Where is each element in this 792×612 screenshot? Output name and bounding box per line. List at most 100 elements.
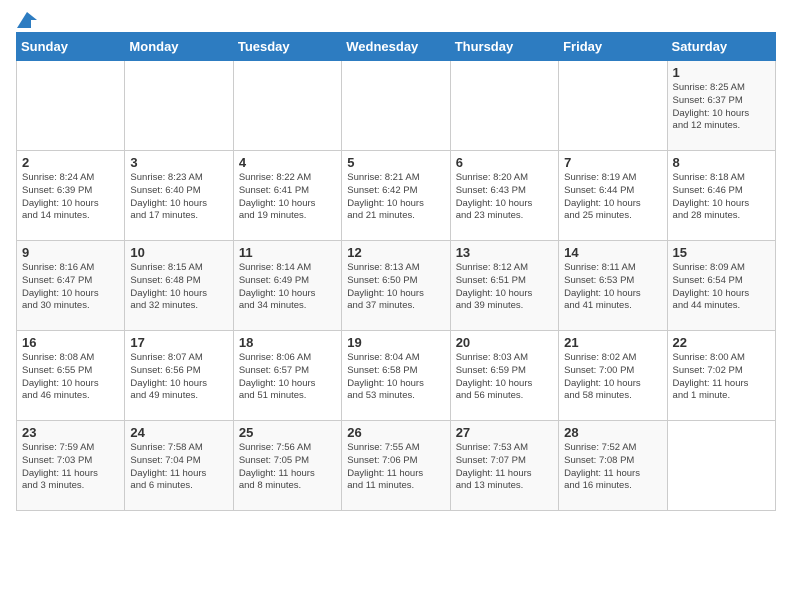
day-cell: 6 Sunrise: 8:20 AM Sunset: 6:43 PM Daylig… <box>450 151 558 241</box>
day-number: 23 <box>22 425 119 440</box>
day-number: 18 <box>239 335 336 350</box>
day-cell: 24 Sunrise: 7:58 AM Sunset: 7:04 PM Dayli… <box>125 421 233 511</box>
day-cell: 25Sunrise: 7:56 AM Sunset: 7:05 PM Dayli… <box>233 421 341 511</box>
day-cell: 2 Sunrise: 8:24 AM Sunset: 6:39 PM Daylig… <box>17 151 125 241</box>
weekday-header-tuesday: Tuesday <box>233 33 341 61</box>
day-cell: 5 Sunrise: 8:21 AM Sunset: 6:42 PM Daylig… <box>342 151 450 241</box>
day-cell: 23 Sunrise: 7:59 AM Sunset: 7:03 PM Dayli… <box>17 421 125 511</box>
day-cell: 13 Sunrise: 8:12 AM Sunset: 6:51 PM Dayli… <box>450 241 558 331</box>
day-cell <box>125 61 233 151</box>
day-number: 5 <box>347 155 444 170</box>
day-info: Sunrise: 8:08 AM Sunset: 6:55 PM Dayligh… <box>22 352 119 403</box>
day-cell: 10 Sunrise: 8:15 AM Sunset: 6:48 PM Dayli… <box>125 241 233 331</box>
day-cell: 19 Sunrise: 8:04 AM Sunset: 6:58 PM Dayli… <box>342 331 450 421</box>
day-info: Sunrise: 8:04 AM Sunset: 6:58 PM Dayligh… <box>347 352 444 403</box>
day-info: Sunrise: 7:58 AM Sunset: 7:04 PM Dayligh… <box>130 442 227 493</box>
day-number: 20 <box>456 335 553 350</box>
day-info: Sunrise: 8:16 AM Sunset: 6:47 PM Dayligh… <box>22 262 119 313</box>
day-number: 10 <box>130 245 227 260</box>
day-info: Sunrise: 8:03 AM Sunset: 6:59 PM Dayligh… <box>456 352 553 403</box>
day-cell: 28Sunrise: 7:52 AM Sunset: 7:08 PM Dayli… <box>559 421 667 511</box>
weekday-header-row: SundayMondayTuesdayWednesdayThursdayFrid… <box>17 33 776 61</box>
day-info: Sunrise: 8:22 AM Sunset: 6:41 PM Dayligh… <box>239 172 336 223</box>
day-number: 8 <box>673 155 770 170</box>
day-cell: 17 Sunrise: 8:07 AM Sunset: 6:56 PM Dayli… <box>125 331 233 421</box>
day-info: Sunrise: 7:59 AM Sunset: 7:03 PM Dayligh… <box>22 442 119 493</box>
day-info: Sunrise: 8:07 AM Sunset: 6:56 PM Dayligh… <box>130 352 227 403</box>
day-number: 16 <box>22 335 119 350</box>
day-info: Sunrise: 8:20 AM Sunset: 6:43 PM Dayligh… <box>456 172 553 223</box>
weekday-header-sunday: Sunday <box>17 33 125 61</box>
day-info: Sunrise: 8:09 AM Sunset: 6:54 PM Dayligh… <box>673 262 770 313</box>
day-info: Sunrise: 8:06 AM Sunset: 6:57 PM Dayligh… <box>239 352 336 403</box>
day-info: Sunrise: 8:24 AM Sunset: 6:39 PM Dayligh… <box>22 172 119 223</box>
day-info: Sunrise: 7:52 AM Sunset: 7:08 PM Dayligh… <box>564 442 661 493</box>
day-number: 24 <box>130 425 227 440</box>
day-number: 2 <box>22 155 119 170</box>
day-cell <box>559 61 667 151</box>
logo-icon <box>17 12 37 28</box>
day-number: 21 <box>564 335 661 350</box>
day-cell: 4 Sunrise: 8:22 AM Sunset: 6:41 PM Daylig… <box>233 151 341 241</box>
day-number: 13 <box>456 245 553 260</box>
day-cell <box>233 61 341 151</box>
day-info: Sunrise: 8:13 AM Sunset: 6:50 PM Dayligh… <box>347 262 444 313</box>
day-cell: 27 Sunrise: 7:53 AM Sunset: 7:07 PM Dayli… <box>450 421 558 511</box>
day-cell <box>667 421 775 511</box>
day-info: Sunrise: 8:15 AM Sunset: 6:48 PM Dayligh… <box>130 262 227 313</box>
logo <box>16 16 37 24</box>
day-number: 14 <box>564 245 661 260</box>
day-cell: 11 Sunrise: 8:14 AM Sunset: 6:49 PM Dayli… <box>233 241 341 331</box>
calendar-table: SundayMondayTuesdayWednesdayThursdayFrid… <box>16 32 776 511</box>
day-number: 11 <box>239 245 336 260</box>
week-row-3: 9 Sunrise: 8:16 AM Sunset: 6:47 PM Daylig… <box>17 241 776 331</box>
day-cell: 16 Sunrise: 8:08 AM Sunset: 6:55 PM Dayli… <box>17 331 125 421</box>
day-cell: 8 Sunrise: 8:18 AM Sunset: 6:46 PM Daylig… <box>667 151 775 241</box>
day-number: 15 <box>673 245 770 260</box>
day-info: Sunrise: 8:11 AM Sunset: 6:53 PM Dayligh… <box>564 262 661 313</box>
day-info: Sunrise: 8:00 AM Sunset: 7:02 PM Dayligh… <box>673 352 770 403</box>
weekday-header-friday: Friday <box>559 33 667 61</box>
day-cell: 20 Sunrise: 8:03 AM Sunset: 6:59 PM Dayli… <box>450 331 558 421</box>
day-number: 26 <box>347 425 444 440</box>
week-row-4: 16 Sunrise: 8:08 AM Sunset: 6:55 PM Dayli… <box>17 331 776 421</box>
day-info: Sunrise: 8:02 AM Sunset: 7:00 PM Dayligh… <box>564 352 661 403</box>
day-cell <box>450 61 558 151</box>
day-cell: 1Sunrise: 8:25 AM Sunset: 6:37 PM Daylig… <box>667 61 775 151</box>
day-cell <box>17 61 125 151</box>
week-row-5: 23 Sunrise: 7:59 AM Sunset: 7:03 PM Dayli… <box>17 421 776 511</box>
day-info: Sunrise: 8:19 AM Sunset: 6:44 PM Dayligh… <box>564 172 661 223</box>
day-info: Sunrise: 7:53 AM Sunset: 7:07 PM Dayligh… <box>456 442 553 493</box>
day-cell: 12Sunrise: 8:13 AM Sunset: 6:50 PM Dayli… <box>342 241 450 331</box>
day-number: 7 <box>564 155 661 170</box>
header <box>16 16 776 24</box>
day-info: Sunrise: 8:21 AM Sunset: 6:42 PM Dayligh… <box>347 172 444 223</box>
week-row-1: 1Sunrise: 8:25 AM Sunset: 6:37 PM Daylig… <box>17 61 776 151</box>
day-number: 4 <box>239 155 336 170</box>
day-cell: 15 Sunrise: 8:09 AM Sunset: 6:54 PM Dayli… <box>667 241 775 331</box>
day-info: Sunrise: 8:18 AM Sunset: 6:46 PM Dayligh… <box>673 172 770 223</box>
day-number: 25 <box>239 425 336 440</box>
day-cell: 9 Sunrise: 8:16 AM Sunset: 6:47 PM Daylig… <box>17 241 125 331</box>
weekday-header-thursday: Thursday <box>450 33 558 61</box>
day-number: 27 <box>456 425 553 440</box>
day-cell: 22 Sunrise: 8:00 AM Sunset: 7:02 PM Dayli… <box>667 331 775 421</box>
day-number: 22 <box>673 335 770 350</box>
day-cell: 7 Sunrise: 8:19 AM Sunset: 6:44 PM Daylig… <box>559 151 667 241</box>
day-number: 17 <box>130 335 227 350</box>
day-number: 3 <box>130 155 227 170</box>
day-info: Sunrise: 8:23 AM Sunset: 6:40 PM Dayligh… <box>130 172 227 223</box>
day-info: Sunrise: 8:12 AM Sunset: 6:51 PM Dayligh… <box>456 262 553 313</box>
day-info: Sunrise: 7:55 AM Sunset: 7:06 PM Dayligh… <box>347 442 444 493</box>
day-cell: 21 Sunrise: 8:02 AM Sunset: 7:00 PM Dayli… <box>559 331 667 421</box>
day-number: 6 <box>456 155 553 170</box>
day-number: 19 <box>347 335 444 350</box>
weekday-header-wednesday: Wednesday <box>342 33 450 61</box>
day-number: 9 <box>22 245 119 260</box>
day-cell: 3 Sunrise: 8:23 AM Sunset: 6:40 PM Daylig… <box>125 151 233 241</box>
day-cell <box>342 61 450 151</box>
weekday-header-saturday: Saturday <box>667 33 775 61</box>
day-info: Sunrise: 8:25 AM Sunset: 6:37 PM Dayligh… <box>673 82 770 133</box>
weekday-header-monday: Monday <box>125 33 233 61</box>
day-info: Sunrise: 8:14 AM Sunset: 6:49 PM Dayligh… <box>239 262 336 313</box>
